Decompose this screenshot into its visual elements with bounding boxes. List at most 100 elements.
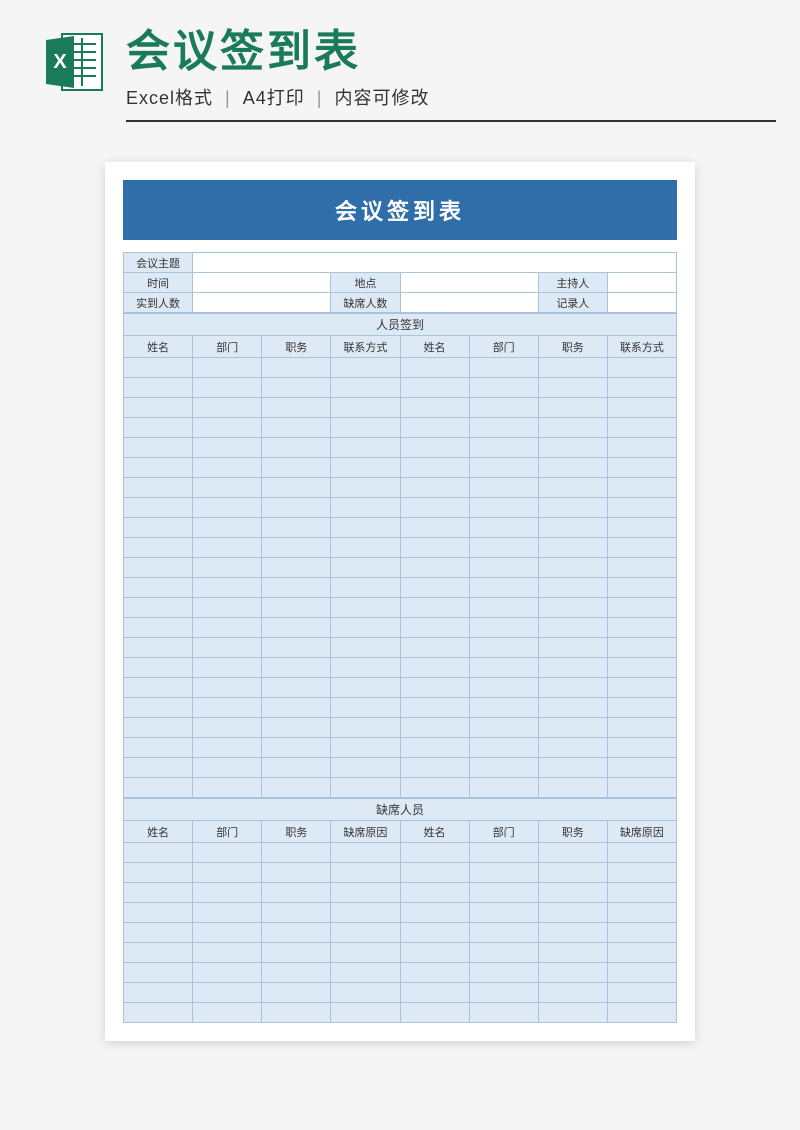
attendance-cell	[469, 498, 538, 518]
attendance-col-0: 姓名	[124, 336, 193, 358]
absence-cell	[538, 963, 607, 983]
absence-cell	[124, 983, 193, 1003]
row-counts: 实到人数 缺席人数 记录人	[124, 293, 677, 313]
attendance-cell	[538, 698, 607, 718]
attendance-cell	[538, 598, 607, 618]
value-host	[607, 273, 676, 293]
absence-cell	[124, 863, 193, 883]
absence-cell	[124, 843, 193, 863]
attendance-cell	[262, 478, 331, 498]
attendance-cell	[469, 678, 538, 698]
attendance-row	[124, 598, 677, 618]
absence-col-2: 职务	[262, 821, 331, 843]
attendance-row	[124, 378, 677, 398]
attendance-cell	[193, 458, 262, 478]
attendance-cell	[538, 658, 607, 678]
attendance-cell	[400, 638, 469, 658]
attendance-cell	[193, 718, 262, 738]
attendance-cell	[607, 698, 676, 718]
attendance-cell	[331, 658, 400, 678]
attendance-cell	[331, 498, 400, 518]
attendance-cell	[331, 558, 400, 578]
attendance-cell	[262, 638, 331, 658]
attendance-cell	[538, 458, 607, 478]
attendance-cell	[469, 578, 538, 598]
absence-cell	[469, 903, 538, 923]
attendance-cell	[124, 498, 193, 518]
attendance-row	[124, 358, 677, 378]
absence-cell	[262, 1003, 331, 1023]
attendance-cell	[400, 498, 469, 518]
label-location: 地点	[331, 273, 400, 293]
attendance-row	[124, 518, 677, 538]
attendance-cell	[262, 758, 331, 778]
attendance-cell	[469, 538, 538, 558]
attendance-cell	[607, 638, 676, 658]
attendance-cell	[538, 778, 607, 798]
attendance-cell	[469, 438, 538, 458]
attendance-row	[124, 438, 677, 458]
attendance-cell	[607, 718, 676, 738]
attendance-cell	[469, 458, 538, 478]
absence-col-3: 缺席原因	[331, 821, 400, 843]
attendance-cell	[193, 518, 262, 538]
attendance-cell	[331, 718, 400, 738]
attendance-cell	[538, 638, 607, 658]
attendance-cell	[469, 598, 538, 618]
attendance-col-5: 部门	[469, 336, 538, 358]
absence-cell	[607, 963, 676, 983]
attendance-cell	[331, 638, 400, 658]
sheet-title: 会议签到表	[123, 180, 677, 240]
attendance-cell	[262, 578, 331, 598]
attendance-cell	[607, 558, 676, 578]
attendance-cell	[400, 558, 469, 578]
absence-row	[124, 863, 677, 883]
attendance-cell	[400, 598, 469, 618]
absence-cell	[469, 1003, 538, 1023]
attendance-cell	[469, 718, 538, 738]
absence-cell	[193, 903, 262, 923]
attendance-cell	[469, 618, 538, 638]
absence-cell	[124, 903, 193, 923]
attendance-cell	[193, 418, 262, 438]
attendance-col-headers: 姓名部门职务联系方式姓名部门职务联系方式	[124, 336, 677, 358]
absence-table: 缺席人员 姓名部门职务缺席原因姓名部门职务缺席原因	[123, 798, 677, 1023]
attendance-row	[124, 458, 677, 478]
absence-cell	[400, 943, 469, 963]
absence-row	[124, 903, 677, 923]
attendance-col-2: 职务	[262, 336, 331, 358]
absence-cell	[607, 863, 676, 883]
attendance-cell	[469, 638, 538, 658]
absence-cell	[331, 883, 400, 903]
absence-cell	[607, 923, 676, 943]
attendance-cell	[331, 418, 400, 438]
value-time	[193, 273, 331, 293]
absence-cell	[193, 883, 262, 903]
attendance-row	[124, 718, 677, 738]
attendance-cell	[400, 658, 469, 678]
page-header: X 会议签到表 Excel格式 | A4打印 | 内容可修改	[0, 0, 800, 122]
attendance-cell	[124, 378, 193, 398]
absence-title: 缺席人员	[124, 799, 677, 821]
label-recorder: 记录人	[538, 293, 607, 313]
attendance-col-1: 部门	[193, 336, 262, 358]
absence-cell	[331, 983, 400, 1003]
attendance-row	[124, 478, 677, 498]
attendance-cell	[400, 398, 469, 418]
attendance-cell	[262, 418, 331, 438]
attendance-cell	[400, 518, 469, 538]
attendance-cell	[469, 738, 538, 758]
excel-icon: X	[40, 28, 108, 96]
sub-editable: 内容可修改	[334, 88, 429, 108]
attendance-cell	[469, 558, 538, 578]
attendance-cell	[262, 438, 331, 458]
attendance-cell	[607, 418, 676, 438]
attendance-row	[124, 698, 677, 718]
gap	[123, 240, 677, 252]
absence-cell	[400, 923, 469, 943]
attendance-cell	[538, 558, 607, 578]
absence-cell	[331, 943, 400, 963]
attendance-row	[124, 558, 677, 578]
attendance-cell	[262, 518, 331, 538]
attendance-cell	[331, 398, 400, 418]
